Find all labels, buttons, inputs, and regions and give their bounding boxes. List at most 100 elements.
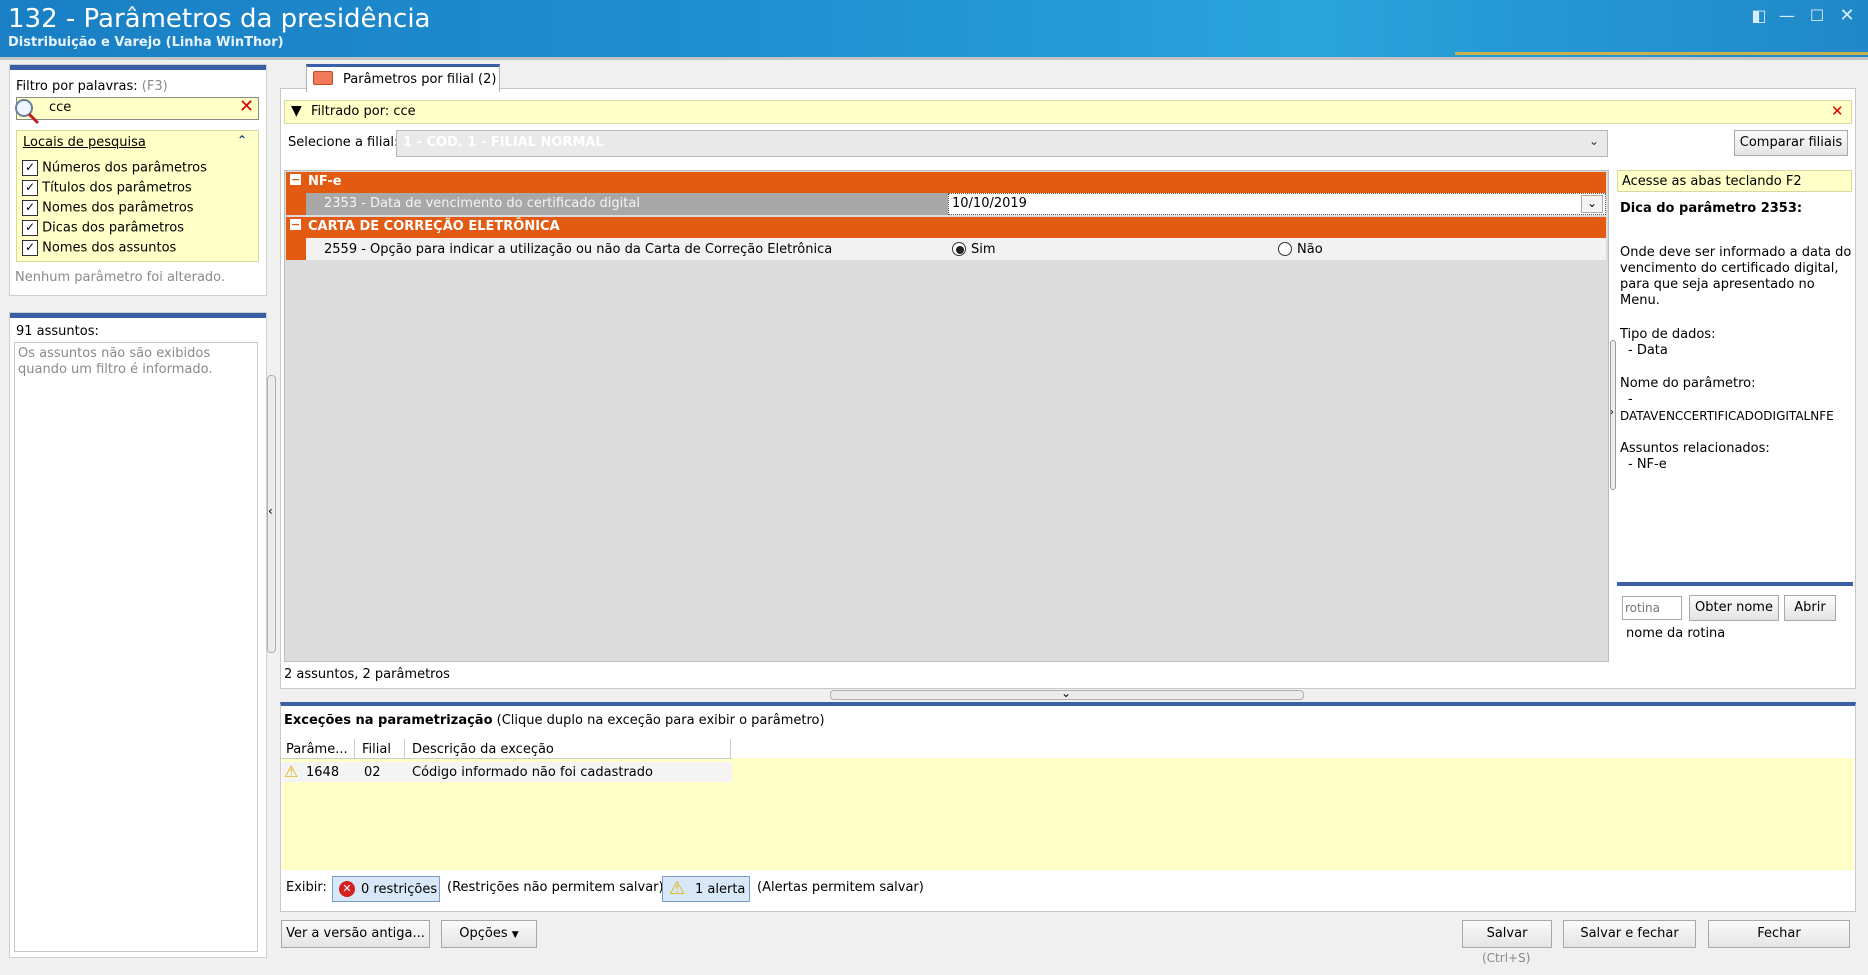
hint-splitter[interactable]: › (1610, 340, 1616, 490)
collapse-icon[interactable]: − (290, 174, 301, 185)
open-button[interactable]: Abrir (1784, 595, 1836, 621)
restrictions-note: (Restrições não permitem salvar) (447, 880, 664, 895)
alerts-button[interactable]: ⚠ 1 alerta (662, 876, 750, 902)
alerts-label: 1 alerta (695, 882, 746, 897)
checkbox-icon[interactable]: ✓ (22, 180, 38, 196)
row-marker (286, 193, 306, 215)
checkbox-icon[interactable]: ✓ (22, 160, 38, 176)
save-close-button[interactable]: Salvar e fechar (1563, 920, 1696, 948)
panel-accent (10, 65, 266, 70)
chevron-left-icon[interactable]: ‹ (268, 504, 273, 518)
exceptions-note: (Clique duplo na exceção para exibir o p… (496, 713, 825, 728)
col-divider (730, 739, 731, 759)
minimize-icon[interactable]: — (1776, 6, 1798, 26)
exceptions-header: Parâme... Filial Descrição da exceção (282, 739, 732, 759)
hint-shortcut-box: Acesse as abas teclando F2 (1617, 170, 1852, 192)
checkbox-icon[interactable]: ✓ (22, 200, 38, 216)
table-row[interactable]: ⚠ 1648 02 Código informado não foi cadas… (282, 762, 732, 782)
hint-body: Onde deve ser informado a data do vencim… (1620, 245, 1852, 308)
title-divider (0, 57, 1868, 60)
close-window-icon[interactable]: ✕ (1836, 6, 1858, 26)
close-button[interactable]: Fechar (1708, 920, 1850, 948)
group-title: NF-e (308, 174, 342, 189)
location-names[interactable]: ✓ Nomes dos parâmetros (22, 200, 194, 216)
group-title: CARTA DE CORREÇÃO ELETRÔNICA (308, 219, 560, 234)
clear-search-icon[interactable]: ✕ (239, 96, 254, 117)
clear-filter-icon[interactable]: ✕ (1831, 102, 1844, 120)
location-titles[interactable]: ✓ Títulos dos parâmetros (22, 180, 192, 196)
panel-accent (10, 313, 266, 318)
col-divider (354, 739, 355, 759)
col-description[interactable]: Descrição da exceção (412, 742, 554, 757)
no-change-text: Nenhum parâmetro foi alterado. (15, 270, 226, 285)
compare-branches-button[interactable]: Comparar filiais (1734, 130, 1848, 156)
data-type-label: Tipo de dados: (1620, 327, 1716, 342)
maximize-icon[interactable]: ☐ (1806, 6, 1828, 26)
col-branch[interactable]: Filial (362, 742, 391, 757)
window-title: 132 - Parâmetros da presidência (8, 4, 431, 34)
group-header-nfe[interactable]: − NF-e (286, 172, 1606, 193)
search-locations-title: Locais de pesquisa (23, 135, 146, 150)
error-icon: ✕ (339, 881, 355, 897)
get-name-button[interactable]: Obter nome (1689, 595, 1779, 621)
location-subjects[interactable]: ✓ Nomes dos assuntos (22, 240, 176, 256)
horizontal-splitter[interactable]: ⌄ (830, 686, 1304, 700)
row-desc: Código informado não foi cadastrado (412, 765, 653, 780)
tab-label: Parâmetros por filial (2) (343, 72, 497, 87)
window-subtitle: Distribuição e Varejo (Linha WinThor) (8, 35, 284, 50)
param-label: 2353 - Data de vencimento do certificado… (324, 196, 640, 211)
date-input[interactable]: 10/10/2019 ⌄ (948, 193, 1606, 215)
row-branch: 02 (364, 765, 381, 780)
date-value: 10/10/2019 (952, 196, 1027, 211)
branch-select[interactable]: 1 - COD. 1 - FILIAL NORMAL ⌄ (396, 130, 1608, 157)
filter-shortcut: (F3) (141, 79, 168, 94)
location-hints[interactable]: ✓ Dicas dos parâmetros (22, 220, 184, 236)
routine-input[interactable] (1622, 596, 1682, 620)
collapse-icon[interactable]: − (290, 219, 301, 230)
search-input[interactable]: cce ✕ (16, 96, 259, 120)
chevron-down-icon[interactable]: ⌄ (1589, 134, 1599, 148)
date-dropdown-icon[interactable]: ⌄ (1581, 195, 1603, 213)
options-button[interactable]: Opções ▼ (441, 920, 537, 948)
subjects-list[interactable]: Os assuntos não são exibidos quando um f… (14, 342, 258, 952)
param-label: 2559 - Opção para indicar a utilização o… (324, 242, 833, 257)
param-name-value: DATAVENCCERTIFICADODIGITALNFE (1620, 409, 1834, 423)
subjects-note: Os assuntos não são exibidos quando um f… (18, 346, 213, 377)
group-header-cce[interactable]: − CARTA DE CORREÇÃO ELETRÔNICA (286, 217, 1606, 238)
radio-no[interactable] (1278, 242, 1292, 256)
row-param: 1648 (306, 765, 340, 780)
param-row-2559[interactable]: 2559 - Opção para indicar a utilização o… (306, 238, 1606, 260)
restore-layout-icon[interactable]: ◧ (1748, 6, 1770, 26)
filter-label: Filtro por palavras: (F3) (16, 79, 168, 94)
radio-no-label: Não (1297, 242, 1323, 257)
search-icon (12, 96, 42, 126)
vertical-splitter[interactable]: ‹ (267, 375, 276, 653)
checkbox-icon[interactable]: ✓ (22, 240, 38, 256)
alerts-note: (Alertas permitem salvar) (757, 880, 924, 895)
checkbox-icon[interactable]: ✓ (22, 220, 38, 236)
data-type-value: - Data (1628, 343, 1668, 358)
location-numbers[interactable]: ✓ Números dos parâmetros (22, 160, 207, 176)
tab-params-by-branch[interactable]: Parâmetros por filial (2) (306, 64, 500, 92)
folder-icon (313, 71, 333, 85)
title-accent-line (1455, 52, 1868, 55)
col-divider (404, 739, 405, 759)
subjects-count: 91 assuntos: (16, 324, 99, 339)
old-version-button[interactable]: Ver a versão antiga... (281, 920, 430, 948)
param-row-2353[interactable]: 2353 - Data de vencimento do certificado… (306, 193, 948, 215)
param-name-label: Nome do parâmetro: (1620, 376, 1756, 391)
grid-footer: 2 assuntos, 2 parâmetros (284, 667, 450, 682)
filter-bar-text: Filtrado por: cce (311, 104, 416, 119)
chevron-down-icon[interactable]: ⌄ (1061, 686, 1071, 700)
search-value: cce (49, 100, 72, 115)
radio-yes[interactable] (952, 242, 966, 256)
col-param[interactable]: Parâme... (286, 742, 348, 757)
save-button[interactable]: Salvar (1462, 920, 1552, 948)
chevron-right-icon[interactable]: › (1610, 407, 1614, 418)
restrictions-button[interactable]: ✕ 0 restrições (332, 876, 440, 902)
collapse-chevron-icon[interactable]: ⌃ (237, 133, 247, 147)
warning-icon: ⚠ (669, 878, 686, 899)
dropdown-arrow-icon: ▼ (511, 930, 519, 940)
related-value: - NF-e (1628, 457, 1667, 472)
exceptions-title: Exceções na parametrização (284, 713, 493, 728)
